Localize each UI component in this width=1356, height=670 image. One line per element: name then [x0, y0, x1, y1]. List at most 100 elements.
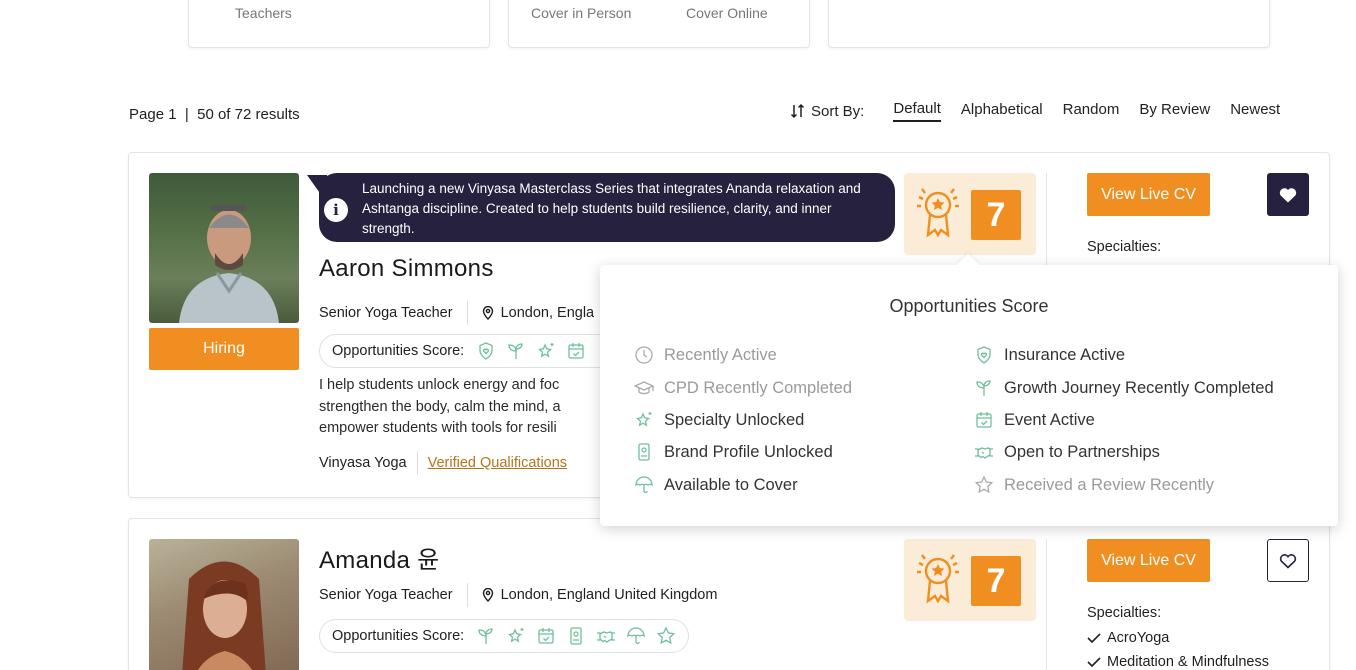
- teacher-meta: Senior Yoga Teacher London, England Unit…: [319, 583, 717, 607]
- announcement-bubble: i Launching a new Vinyasa Masterclass Se…: [307, 173, 895, 242]
- sparkle-star-icon: [508, 628, 524, 643]
- opportunities-score-pill[interactable]: Opportunities Score:: [319, 619, 690, 653]
- filter-card-empty[interactable]: [828, 0, 1270, 48]
- specialties-label: Specialties:: [1087, 605, 1162, 621]
- sort-option-default[interactable]: Default: [893, 100, 941, 122]
- favorite-button[interactable]: [1267, 173, 1309, 216]
- handshake-icon: [597, 631, 616, 643]
- verified-qualifications-link[interactable]: Verified Qualifications: [428, 455, 567, 471]
- opp-item-growth-journey: Growth Journey Recently Completed: [974, 378, 1274, 398]
- specialties-label: Specialties:: [1087, 239, 1162, 255]
- sprout-icon: [478, 628, 493, 644]
- opp-item-available-to-cover: Available to Cover: [634, 475, 798, 495]
- opp-item-brand-profile: Brand Profile Unlocked: [634, 442, 833, 462]
- teacher-name[interactable]: Amanda 윤: [319, 540, 440, 575]
- calendar-check-icon: [976, 412, 992, 428]
- opp-item-label: Brand Profile Unlocked: [664, 442, 833, 461]
- opp-item-partnerships: Open to Partnerships: [974, 442, 1160, 462]
- opp-item-label: Insurance Active: [1004, 345, 1126, 364]
- opportunities-score-label: Opportunities Score:: [332, 343, 465, 359]
- sprout-icon: [976, 380, 991, 396]
- id-badge-icon: [570, 627, 582, 645]
- filter-card-teachers[interactable]: Teachers: [188, 0, 490, 48]
- opp-item-label: Available to Cover: [664, 475, 798, 494]
- shield-heart-icon: [977, 346, 991, 364]
- card-divider: [1046, 539, 1047, 670]
- bio-line: I help students unlock energy and foc: [319, 377, 560, 393]
- teacher-name[interactable]: Aaron Simmons: [319, 255, 494, 283]
- handshake-icon: [975, 447, 993, 459]
- sprout-icon: [508, 343, 523, 359]
- opp-item-label: Recently Active: [664, 345, 777, 364]
- filter-card-cover[interactable]: Cover in Person Cover Online: [508, 0, 810, 48]
- sort-option-by-review[interactable]: By Review: [1139, 101, 1210, 121]
- teacher-location: London, England United Kingdom: [500, 587, 718, 603]
- opp-item-review: Received a Review Recently: [974, 475, 1214, 495]
- check-icon: [1087, 633, 1101, 644]
- specialty-label: Meditation & Mindfulness: [1107, 654, 1269, 670]
- opp-item-label: Specialty Unlocked: [664, 410, 805, 429]
- clock-icon: [635, 346, 653, 364]
- shield-heart-icon: [479, 342, 493, 360]
- calendar-check-icon: [568, 343, 584, 359]
- opp-item-label: Growth Journey Recently Completed: [1004, 378, 1274, 397]
- specialty-item: Meditation & Mindfulness: [1087, 654, 1269, 670]
- person-photo-icon: [179, 205, 279, 323]
- sort-label-text: Sort By:: [811, 102, 865, 120]
- sort-option-newest[interactable]: Newest: [1230, 101, 1280, 121]
- location-pin-icon: [482, 306, 494, 320]
- award-ribbon-icon: [917, 554, 959, 604]
- info-icon: i: [324, 198, 348, 222]
- opportunities-score-label: Opportunities Score:: [332, 628, 465, 644]
- award-ribbon-icon: [917, 188, 959, 238]
- sparkle-star-icon: [636, 412, 652, 427]
- sort-option-alphabetical[interactable]: Alphabetical: [961, 101, 1043, 121]
- teacher-photo[interactable]: [149, 173, 299, 323]
- opportunities-score-popover: Opportunities Score Recently Active CPD …: [600, 265, 1338, 526]
- score-number: 7: [971, 556, 1021, 606]
- meta-divider: [466, 583, 468, 607]
- score-box[interactable]: 7: [904, 173, 1036, 255]
- teacher-photo[interactable]: [149, 539, 299, 670]
- specialty-label: AcroYoga: [1107, 630, 1170, 646]
- opportunities-icons: [476, 341, 586, 361]
- popover-title: Opportunities Score: [889, 296, 1049, 316]
- heart-filled-icon: [1279, 187, 1297, 202]
- opp-item-event: Event Active: [974, 410, 1095, 430]
- graduation-cap-icon: [634, 381, 654, 395]
- score-box[interactable]: 7: [904, 539, 1036, 621]
- sort-label: Sort By:: [790, 103, 864, 120]
- tags-divider: [416, 451, 418, 475]
- opp-item-recently-active: Recently Active: [634, 345, 777, 365]
- star-icon: [974, 475, 994, 494]
- teacher-tags: Vinyasa Yoga Verified Qualifications: [319, 451, 567, 475]
- favorite-button[interactable]: [1267, 539, 1309, 582]
- opp-item-specialty: Specialty Unlocked: [634, 410, 804, 430]
- sort-option-random[interactable]: Random: [1063, 101, 1120, 121]
- check-icon: [1087, 657, 1101, 668]
- sparkle-star-icon: [538, 343, 554, 358]
- view-live-cv-button[interactable]: View Live CV: [1087, 173, 1210, 216]
- teacher-title: Senior Yoga Teacher: [319, 305, 453, 321]
- umbrella-icon: [635, 476, 653, 494]
- meta-divider: [466, 301, 468, 325]
- sort-arrows-icon: [790, 103, 805, 119]
- hiring-badge[interactable]: Hiring: [149, 328, 299, 370]
- opp-item-cpd: CPD Recently Completed: [634, 378, 852, 398]
- star-icon: [656, 626, 676, 645]
- opp-item-label: Received a Review Recently: [1004, 475, 1215, 494]
- opportunities-icons: [476, 626, 676, 646]
- results-count: Page 1 | 50 of 72 results: [129, 106, 300, 123]
- filter-label-teachers: Teachers: [235, 5, 292, 21]
- bio-line: strengthen the body, calm the mind, a: [319, 398, 561, 415]
- teacher-bio: I help students unlock energy and foc st…: [319, 375, 609, 440]
- bio-line: empower students with tools for resili: [319, 420, 557, 436]
- announcement-text: Launching a new Vinyasa Masterclass Seri…: [362, 181, 861, 236]
- opportunities-score-pill[interactable]: Opportunities Score:: [319, 334, 619, 368]
- teacher-location: London, Engla: [500, 305, 595, 321]
- filter-label-cover-online: Cover Online: [686, 5, 768, 21]
- opp-item-label: CPD Recently Completed: [664, 378, 852, 397]
- opp-item-label: Event Active: [1004, 410, 1095, 429]
- id-badge-icon: [638, 443, 650, 461]
- view-live-cv-button[interactable]: View Live CV: [1087, 539, 1210, 582]
